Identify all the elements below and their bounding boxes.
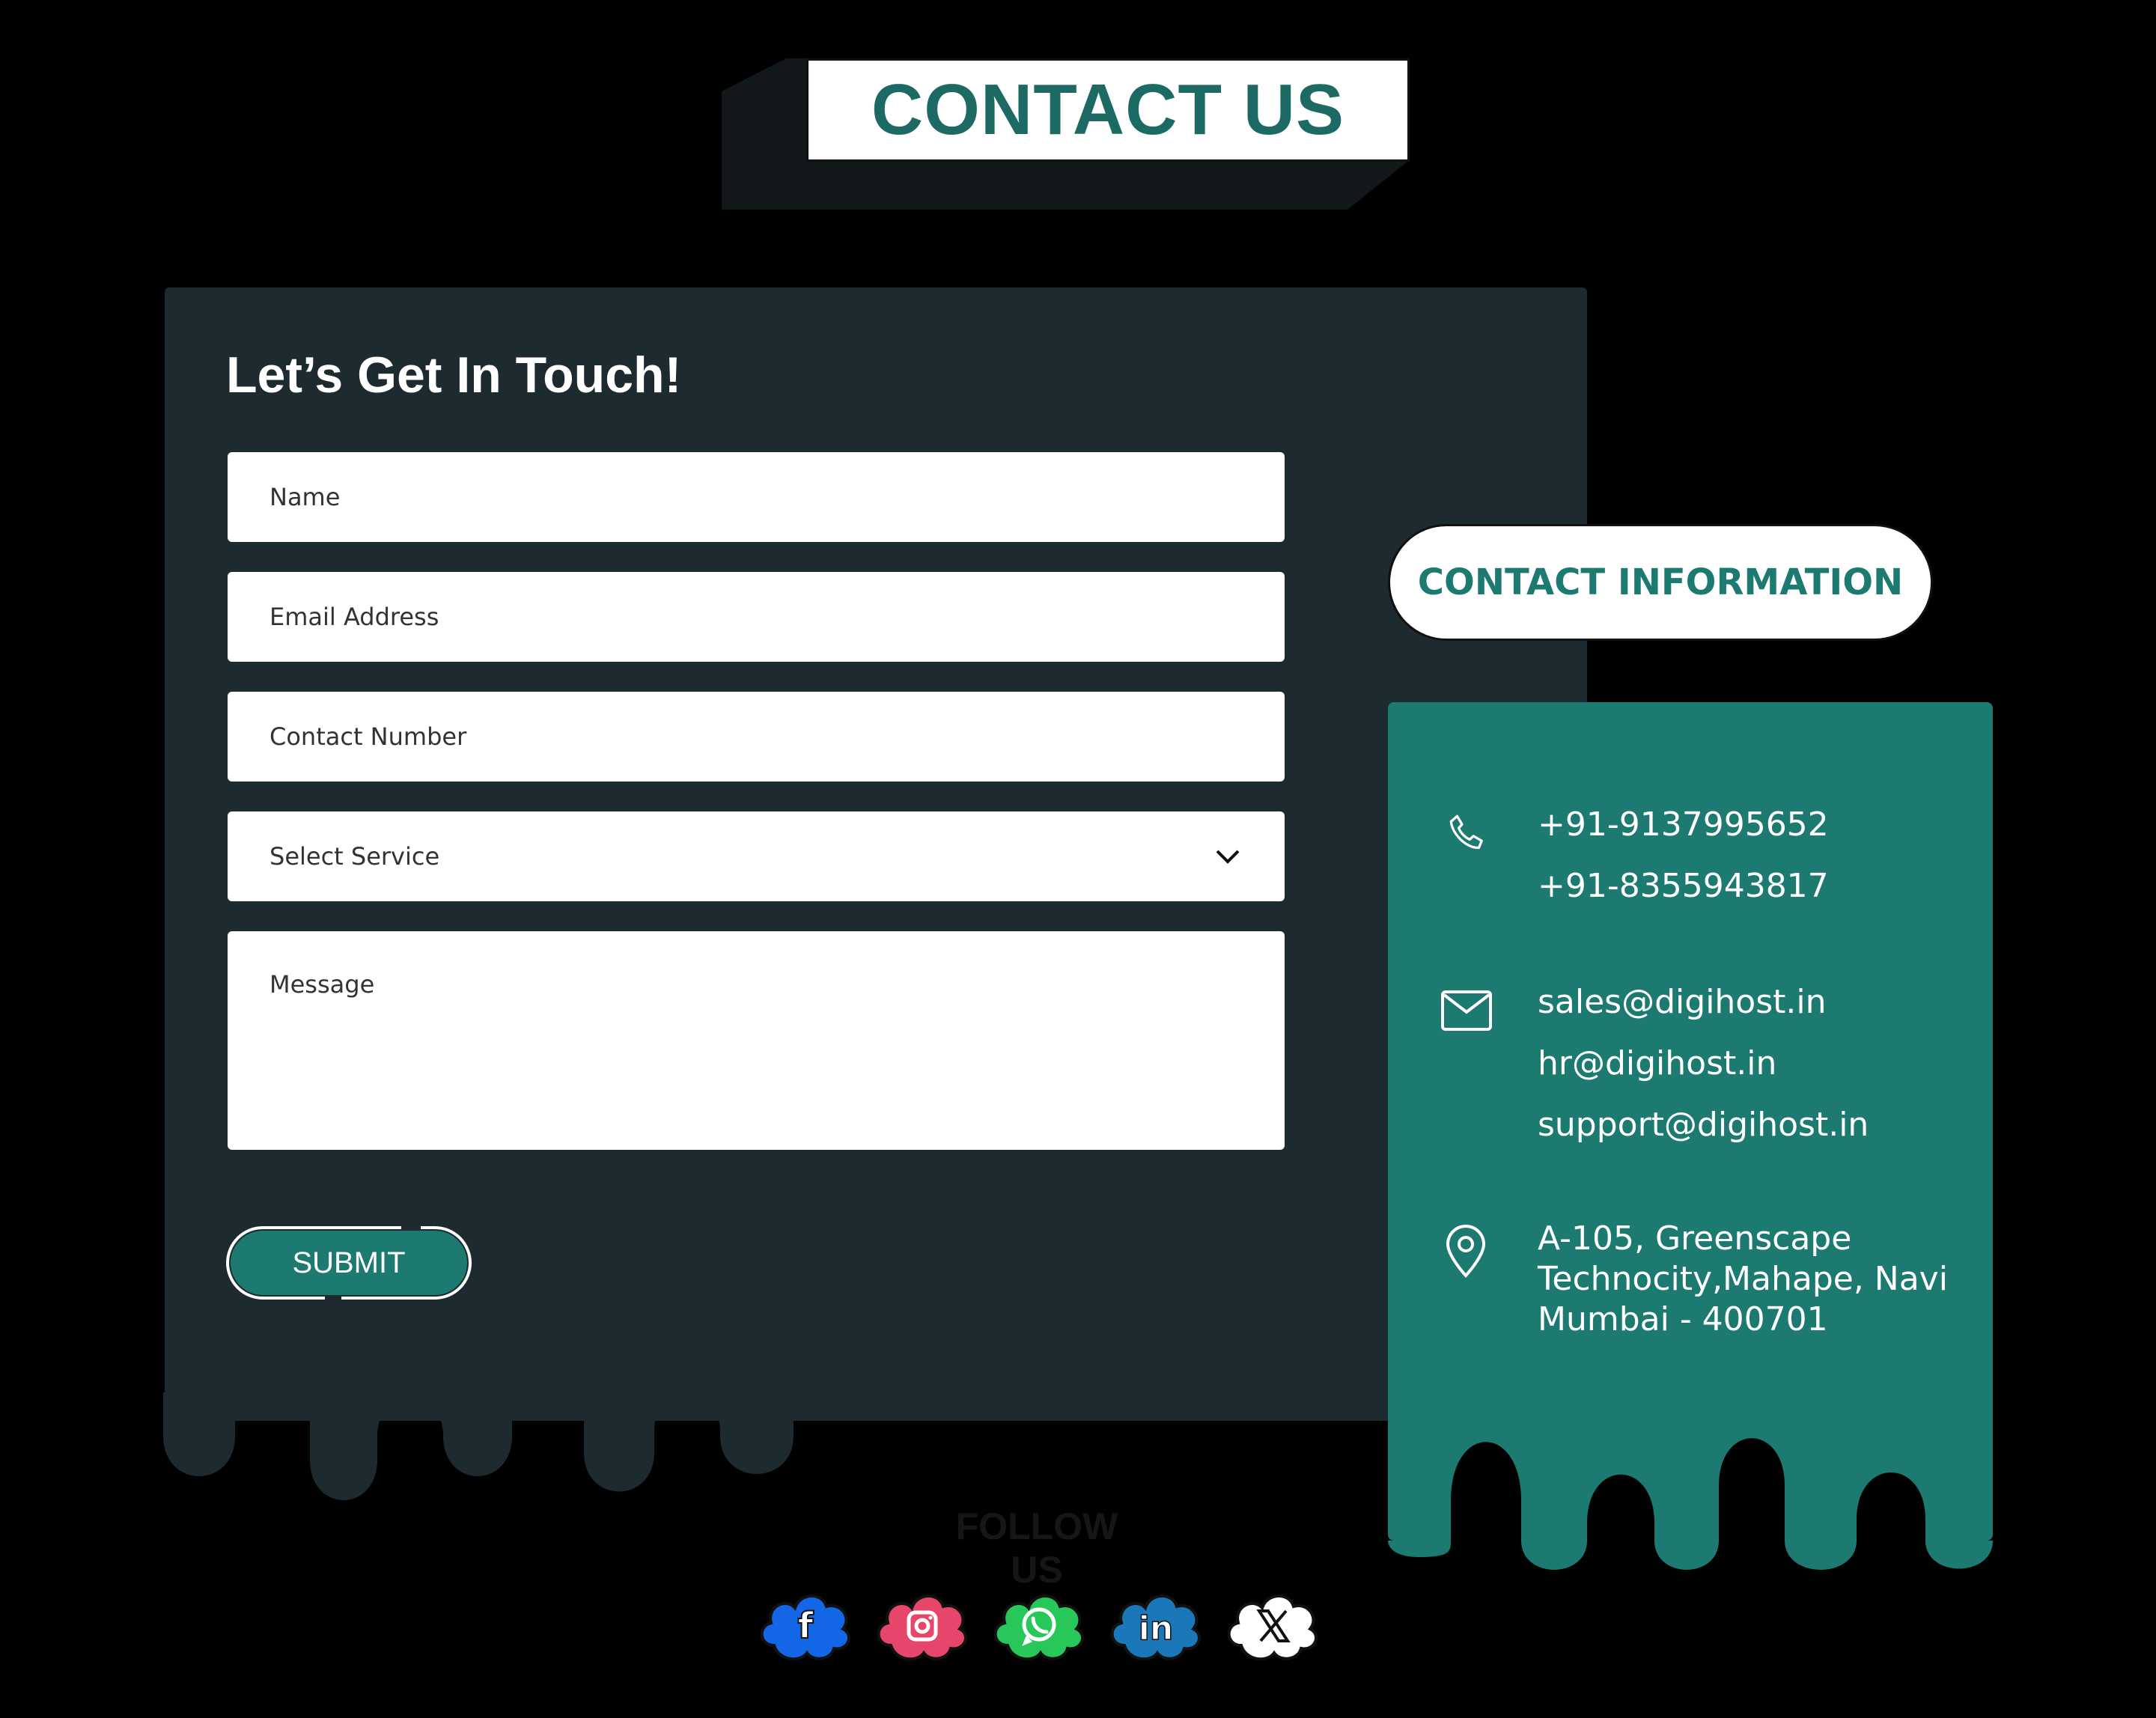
service-select[interactable]: Select Service: [228, 811, 1285, 901]
phone-number-2[interactable]: +91-8355943817: [1538, 856, 1829, 917]
whatsapp-icon[interactable]: [987, 1577, 1091, 1666]
svg-text:f: f: [798, 1605, 814, 1647]
phone-number-1[interactable]: +91-9137995652: [1538, 794, 1829, 856]
linkedin-icon[interactable]: in: [1103, 1577, 1208, 1666]
submit-outline: [226, 1226, 472, 1300]
address-line-1: A-105, Greenscape: [1538, 1219, 1852, 1258]
email-input[interactable]: [228, 572, 1285, 662]
facebook-icon[interactable]: f: [753, 1577, 858, 1666]
address-line-3: Mumbai - 400701: [1538, 1300, 1828, 1338]
contact-number-input[interactable]: [228, 692, 1285, 782]
submit-button-wrap: SUBMIT: [225, 1225, 473, 1301]
mail-icon: [1441, 990, 1492, 1031]
x-icon[interactable]: [1220, 1577, 1325, 1666]
message-textarea[interactable]: [228, 931, 1285, 1150]
chevron-down-icon: [1216, 850, 1240, 864]
location-pin-icon: [1446, 1225, 1486, 1278]
email-hr[interactable]: hr@digihost.in: [1538, 1033, 1776, 1094]
address-line-2: Technocity,Mahape, Navi: [1538, 1260, 1948, 1298]
phone-icon: [1449, 814, 1483, 850]
page-title-box: CONTACT US: [806, 58, 1410, 162]
name-input[interactable]: [228, 452, 1285, 542]
contact-information-badge: CONTACT INFORMATION: [1388, 524, 1933, 641]
instagram-icon[interactable]: [870, 1577, 975, 1666]
svg-text:in: in: [1139, 1609, 1173, 1648]
contact-information-title: CONTACT INFORMATION: [1417, 561, 1904, 603]
form-heading: Let’s Get In Touch!: [226, 347, 682, 403]
service-select-value: Select Service: [270, 842, 440, 871]
email-support[interactable]: support@digihost.in: [1538, 1094, 1869, 1156]
email-sales[interactable]: sales@digihost.in: [1538, 972, 1827, 1033]
page-title: CONTACT US: [871, 70, 1345, 150]
